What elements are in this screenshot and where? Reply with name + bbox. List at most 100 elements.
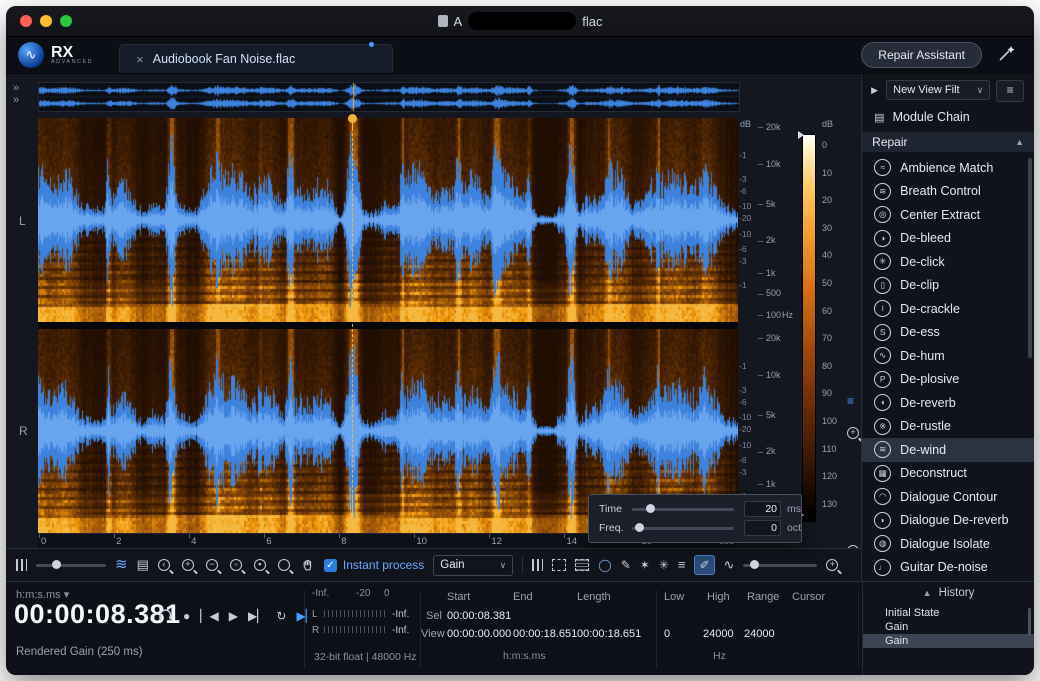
zoom-selection-icon[interactable]: ▫ [230,559,242,571]
blend-slider[interactable] [743,564,817,567]
legend-max-handle[interactable] [798,131,804,139]
slider-thumb[interactable] [646,504,655,513]
rx-logo-icon: ∿ [18,42,44,68]
module-item-guitar-de-noise[interactable]: ♩Guitar De-noise [862,556,1034,580]
spectrogram-settings-icon[interactable]: ≋ [115,557,128,573]
zoom-in-freq-icon[interactable]: + [847,427,859,439]
module-item-de-clip[interactable]: ▯De-clip [862,274,1034,298]
chevron-down-icon: ∨ [500,560,507,571]
view-disclosure-icon[interactable]: ▶ [871,85,878,96]
time-freq-selection-tool[interactable] [552,559,566,571]
zoom-in-right-icon[interactable]: + [826,559,838,571]
skip-forward-button[interactable]: ▶▏ [248,609,266,623]
module-item-de-hum[interactable]: ∿De-hum [862,344,1034,368]
freq-param-value[interactable]: 0 [744,520,781,536]
play-button[interactable]: ▶ [229,609,238,623]
selection-start-value[interactable]: 00:00:08.381 [447,610,511,622]
view-start-value[interactable]: 00:00:00.000 [447,628,511,640]
slider-thumb[interactable] [52,560,61,569]
view-row-label: View [421,628,445,640]
module-item-de-click[interactable]: ✳De-click [862,250,1034,274]
module-item-dialogue-contour[interactable]: ◠Dialogue Contour [862,485,1034,509]
module-item-breath-control[interactable]: ≋Breath Control [862,180,1034,204]
brush-tool[interactable]: ✎ [621,557,631,573]
slider-thumb[interactable] [635,523,644,532]
skip-back-button[interactable]: ▏◀ [200,609,218,623]
zoom-fit-icon[interactable]: ▪ [254,559,266,571]
overview-waveform[interactable] [38,82,740,112]
time-param-slider[interactable] [632,508,734,511]
module-item-ambience-match[interactable]: ≈Ambience Match [862,156,1034,180]
history-scrollbar[interactable] [1028,608,1031,636]
vertical-zoom-icon[interactable]: ≡ [847,394,854,408]
module-item-de-crackle[interactable]: ≀De-crackle [862,297,1034,321]
zoom-in-time-icon[interactable]: + [182,559,194,571]
module-item-deconstruct[interactable]: ▦Deconstruct [862,462,1034,486]
file-tab[interactable]: × Audiobook Fan Noise.flac [119,44,393,73]
zoom-out-time-icon[interactable]: − [206,559,218,571]
monitor-level-slider[interactable] [36,564,106,567]
history-item[interactable]: Gain [863,634,1034,648]
history-item[interactable]: Initial State [863,606,1034,620]
freq-selection-tool[interactable] [575,559,589,571]
rx-logo-subtext: ADVANCED [51,59,93,65]
panel-menu-icon[interactable]: ≡ [996,80,1024,102]
module-item-label: De-crackle [900,302,960,316]
output-meter-icon[interactable] [16,559,27,571]
freq-header-low: Low [664,591,684,603]
history-header[interactable]: ▲ History [863,587,1034,599]
freq-param-slider[interactable] [632,527,734,530]
module-list-scrollbar[interactable] [1028,158,1032,358]
freq-low-value[interactable]: 0 [664,628,670,640]
module-item-de-reverb[interactable]: ◖De-reverb [862,391,1034,415]
record-button[interactable]: ● [183,609,190,623]
time-param-unit: ms [787,503,801,515]
checkbox-checked-icon[interactable]: ✓ [324,559,337,572]
repair-section-header[interactable]: Repair ▲ [862,132,1034,152]
view-filter-dropdown[interactable]: New View Filt ∨ [886,80,990,100]
module-item-de-rustle[interactable]: ※De-rustle [862,415,1034,439]
freq-range-value[interactable]: 24000 [744,628,775,640]
module-item-dialogue-isolate[interactable]: ◍Dialogue Isolate [862,532,1034,556]
collapse-waveform-icon[interactable]: » [13,96,19,104]
slider-thumb[interactable] [750,560,759,569]
spectrogram-left-channel[interactable] [38,118,738,322]
module-item-de-wind[interactable]: ≋De-wind [862,438,1034,462]
view-length-value[interactable]: 00:00:18.651 [577,628,641,640]
collapse-overview-icon[interactable]: » [13,84,19,92]
lasso-tool[interactable]: ◯ [598,557,611,573]
time-param-value[interactable]: 20 [744,501,781,517]
module-item-center-extract[interactable]: ◎Center Extract [862,203,1034,227]
harmonics-tool[interactable]: ≡ [678,557,686,573]
time-selection-tool[interactable] [532,559,543,571]
module-item-de-ess[interactable]: SDe-ess [862,321,1034,345]
playhead-line[interactable] [352,118,353,533]
module-item-de-plosive[interactable]: PDe-plosive [862,368,1034,392]
repair-assistant-button[interactable]: Repair Assistant [861,42,982,68]
instant-process-checkbox[interactable]: ✓Instant process [324,558,424,572]
module-chain-item[interactable]: ▤ Module Chain [862,106,1034,128]
repair-wand-icon[interactable] [996,43,1018,68]
amplitude-tick-label: -3 [739,174,747,184]
monitor-headphones-button[interactable] [158,608,173,624]
loop-button[interactable]: ↻ [276,609,286,623]
amplitude-tick-label: -3 [739,256,747,266]
module-quick-select[interactable]: Gain∨ [433,555,513,576]
tab-close-icon[interactable]: × [136,52,144,67]
freq-tick-label: 20k [758,122,781,132]
view-layout-icon[interactable]: ▤ [137,557,149,573]
wand-tool[interactable]: ✶ [640,557,650,573]
module-item-dialogue-de-reverb[interactable]: ◗Dialogue De-reverb [862,509,1034,533]
zoom-history-icon[interactable]: ‹ [158,559,170,571]
view-end-value[interactable]: 00:00:18.651 [513,628,577,640]
find-similar-tool[interactable]: ✳ [659,557,669,573]
module-item-de-bleed[interactable]: ◑De-bleed [862,227,1034,251]
paintbrush-tool[interactable]: ✐ [694,555,714,575]
freq-high-value[interactable]: 24000 [703,628,734,640]
hand-tool-icon[interactable] [302,559,315,572]
find-icon[interactable] [278,559,290,571]
amplitude-curve-tool[interactable]: ∿ [724,557,735,573]
playhead-time-display[interactable]: 00:00:08.381 [14,599,181,630]
history-item[interactable]: Gain [863,620,1034,634]
amplitude-gradient-bar[interactable] [802,134,816,522]
